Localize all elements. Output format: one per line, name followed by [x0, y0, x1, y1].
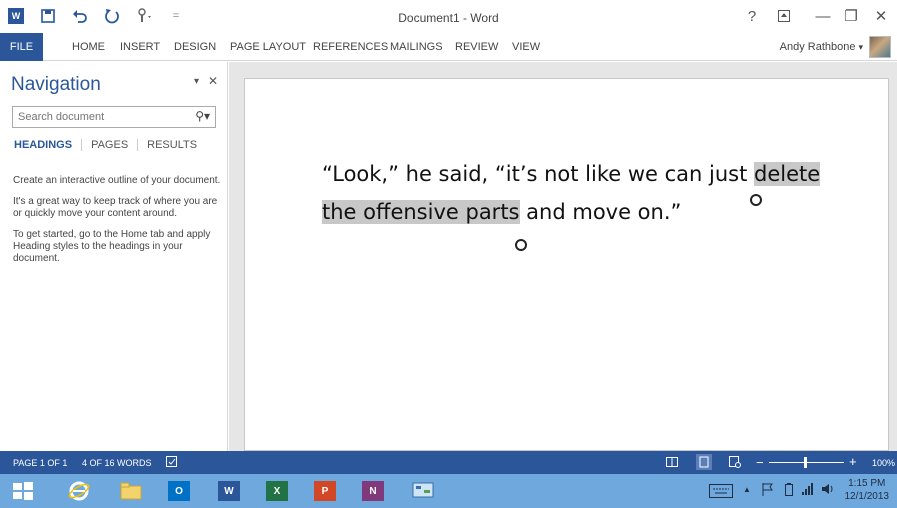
- ribbon-display-icon: [778, 10, 790, 22]
- tab-headings[interactable]: HEADINGS: [14, 139, 83, 151]
- title-bar: W = Document1 - Word ? — ❐ ✕: [0, 0, 897, 33]
- action-center-flag-icon[interactable]: [762, 483, 774, 499]
- keyboard-icon[interactable]: [709, 484, 733, 501]
- status-bar: PAGE 1 OF 1 4 OF 16 WORDS − + 100%: [0, 451, 897, 474]
- tab-page-layout[interactable]: PAGE LAYOUT: [230, 33, 306, 61]
- zoom-slider-thumb[interactable]: [804, 457, 807, 468]
- selected-text: delete: [754, 162, 821, 186]
- help-paragraph: Create an interactive outline of your do…: [13, 175, 221, 186]
- help-paragraph: It's a great way to keep track of where …: [13, 196, 218, 219]
- network-icon[interactable]: [802, 483, 814, 498]
- selected-text: the offensive parts: [322, 200, 520, 224]
- tab-home[interactable]: HOME: [72, 33, 105, 61]
- ribbon-display-options-button[interactable]: [776, 4, 792, 28]
- zoom-in-button[interactable]: +: [849, 454, 857, 469]
- web-layout-icon[interactable]: [729, 456, 741, 471]
- avatar: [869, 36, 891, 58]
- tab-pages[interactable]: PAGES: [91, 139, 139, 151]
- battery-icon[interactable]: [785, 483, 793, 499]
- word-taskbar-icon[interactable]: W: [214, 477, 244, 505]
- outlook-icon[interactable]: O: [164, 477, 194, 505]
- tab-mailings[interactable]: MAILINGS: [390, 33, 443, 61]
- pane-options-icon[interactable]: ▾: [194, 76, 199, 87]
- word-count[interactable]: 4 OF 16 WORDS: [82, 458, 152, 468]
- zoom-level[interactable]: 100%: [872, 458, 895, 468]
- show-hidden-icons-button[interactable]: ▲: [743, 485, 751, 494]
- clock-time: 1:15 PM: [848, 478, 886, 489]
- tab-view[interactable]: VIEW: [512, 33, 540, 61]
- tab-review[interactable]: REVIEW: [455, 33, 498, 61]
- navigation-pane: Navigation ▾ ✕ ⚲▾ HEADINGS PAGES RESULTS…: [0, 62, 228, 451]
- system-clock[interactable]: 1:15 PM 12/1/2013: [845, 477, 890, 503]
- taskbar: O W X P N ▲ 1:15 PM 12/1/2013: [0, 474, 897, 508]
- navigation-tabs: HEADINGS PAGES RESULTS: [14, 139, 215, 151]
- tab-references[interactable]: REFERENCES: [313, 33, 388, 61]
- selection-start-handle[interactable]: [515, 239, 527, 251]
- selection-end-handle[interactable]: [750, 194, 762, 206]
- user-name: Andy Rathbone: [779, 41, 856, 53]
- text-after-selection: and move on.”: [519, 200, 682, 224]
- tab-results[interactable]: RESULTS: [147, 139, 206, 151]
- user-account[interactable]: Andy Rathbone ▾: [780, 36, 891, 58]
- windows-logo-icon: [13, 482, 33, 500]
- user-caret-icon: ▾: [858, 41, 863, 52]
- document-text[interactable]: “Look,” he said, “it’s not like we can j…: [322, 155, 862, 231]
- search-icon[interactable]: ⚲▾: [195, 109, 210, 123]
- text-before-selection: “Look,” he said, “it’s not like we can j…: [322, 162, 755, 186]
- excel-badge: X: [266, 481, 288, 501]
- onenote-badge: N: [362, 481, 384, 501]
- read-mode-icon[interactable]: [666, 456, 678, 471]
- search-box: ⚲▾: [12, 106, 216, 128]
- control-panel-icon[interactable]: [408, 477, 438, 505]
- internet-explorer-icon[interactable]: [64, 477, 94, 505]
- tab-design[interactable]: DESIGN: [174, 33, 216, 61]
- tab-insert[interactable]: INSERT: [120, 33, 160, 61]
- volume-icon[interactable]: [822, 483, 835, 498]
- document-area: “Look,” he said, “it’s not like we can j…: [229, 62, 897, 451]
- onenote-icon[interactable]: N: [358, 477, 388, 505]
- window-title: Document1 - Word: [398, 11, 499, 25]
- close-button[interactable]: ✕: [872, 4, 890, 28]
- help-button[interactable]: ?: [744, 4, 760, 28]
- file-explorer-icon[interactable]: [116, 477, 146, 505]
- search-input[interactable]: [13, 107, 178, 127]
- document-page[interactable]: “Look,” he said, “it’s not like we can j…: [244, 78, 889, 451]
- page-count[interactable]: PAGE 1 OF 1: [13, 458, 67, 468]
- start-button[interactable]: [8, 477, 38, 505]
- print-layout-icon[interactable]: [696, 454, 712, 473]
- restore-button[interactable]: ❐: [842, 4, 860, 28]
- proofing-icon[interactable]: [166, 456, 178, 471]
- minimize-button[interactable]: —: [814, 4, 832, 28]
- word-badge: W: [218, 481, 240, 501]
- navigation-title: Navigation: [11, 74, 101, 95]
- clock-date: 12/1/2013: [844, 491, 890, 502]
- excel-icon[interactable]: X: [262, 477, 292, 505]
- powerpoint-icon[interactable]: P: [310, 477, 340, 505]
- help-paragraph: To get started, go to the Home tab and a…: [13, 229, 211, 264]
- navigation-help-text: Create an interactive outline of your do…: [13, 175, 223, 274]
- powerpoint-badge: P: [314, 481, 336, 501]
- ribbon-tabs: FILE HOME INSERT DESIGN PAGE LAYOUT REFE…: [0, 33, 897, 61]
- outlook-badge: O: [168, 481, 190, 501]
- tab-file[interactable]: FILE: [0, 33, 43, 61]
- pane-close-icon[interactable]: ✕: [208, 74, 218, 88]
- zoom-out-button[interactable]: −: [756, 455, 764, 470]
